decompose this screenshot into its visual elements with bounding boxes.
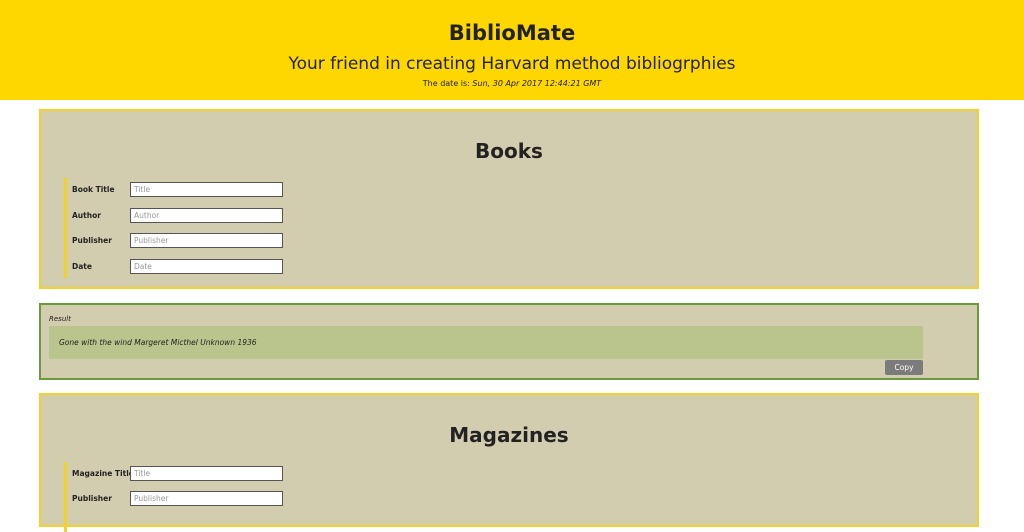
result-text: Gone with the wind Margeret Micthel Unkn… [59,338,257,347]
copy-button[interactable]: Copy [885,360,923,375]
books-panel: Books Book Title Author Publisher Date [39,109,979,289]
app-header: BiblioMate Your friend in creating Harva… [0,0,1024,100]
result-box: Gone with the wind Margeret Micthel Unkn… [49,326,923,359]
magazines-title: Magazines [449,423,569,447]
magazines-panel: Magazines Magazine Title Publisher [39,393,979,532]
books-title: Books [475,139,543,163]
result-label: Result [49,315,71,323]
book-author-label: Author [72,211,101,220]
result-panel: Result Gone with the wind Margeret Micth… [39,303,979,380]
book-publisher-label: Publisher [72,236,112,245]
magazine-title-input[interactable] [130,466,283,481]
app-subtitle: Your friend in creating Harvard method b… [288,54,736,74]
magazine-publisher-input[interactable] [130,491,283,506]
books-form: Book Title Author Publisher Date [64,178,283,278]
book-publisher-input[interactable] [130,233,283,248]
magazines-form: Magazine Title Publisher [64,462,283,532]
date-prefix: The date is: [422,79,473,88]
magazine-publisher-label: Publisher [72,494,112,503]
book-author-input[interactable] [130,208,283,223]
date-value: Sun, 30 Apr 2017 12:44:21 GMT [472,79,602,88]
book-title-input[interactable] [130,182,283,197]
book-title-label: Book Title [72,185,115,194]
date-line: The date is: Sun, 30 Apr 2017 12:44:21 G… [0,79,1024,89]
book-date-label: Date [72,262,92,271]
app-title: BiblioMate [448,21,576,45]
magazine-title-label: Magazine Title [72,469,134,478]
book-date-input[interactable] [130,259,283,274]
